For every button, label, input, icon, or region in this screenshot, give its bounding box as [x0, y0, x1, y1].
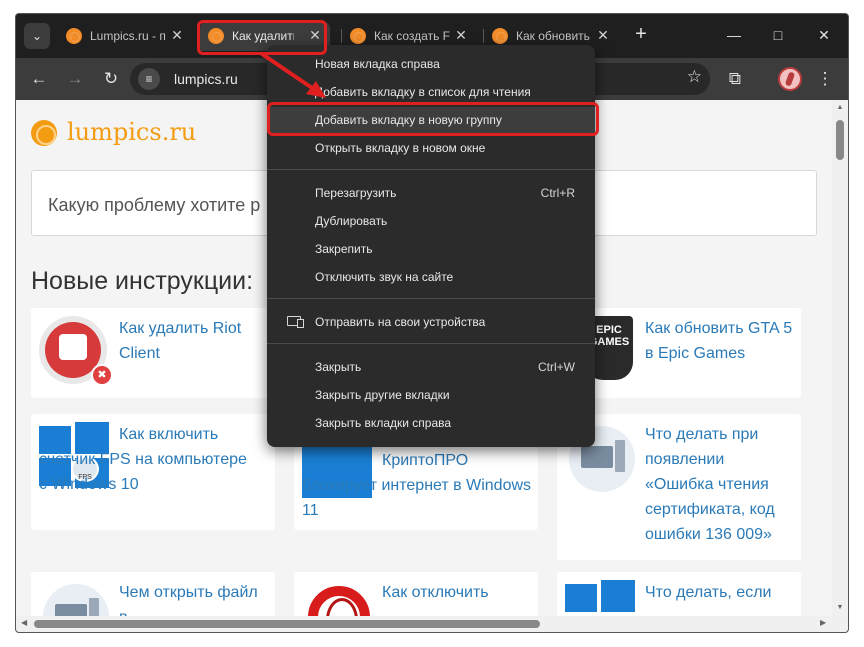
- card-opera[interactable]: Как отключить: [294, 572, 538, 616]
- maximize-button[interactable]: □: [764, 22, 792, 48]
- highlight-add-to-group: [267, 102, 599, 136]
- computer-icon: [43, 584, 109, 616]
- url-text: lumpics.ru: [174, 71, 238, 87]
- tab-title: Как обновить: [516, 29, 590, 43]
- search-placeholder: Какую проблему хотите р: [48, 195, 261, 215]
- reload-button[interactable]: ↻: [98, 66, 124, 92]
- scroll-down-icon[interactable]: ▼: [835, 604, 845, 611]
- devices-icon: [287, 316, 304, 328]
- card-title[interactable]: Как отключить: [382, 580, 532, 605]
- menu-item-label: Отправить на свои устройства: [315, 315, 486, 329]
- site-info-icon[interactable]: ≡: [138, 68, 160, 90]
- menu-item-reload[interactable]: Перезагрузить Ctrl+R: [267, 180, 595, 206]
- scroll-left-icon[interactable]: ◀: [21, 618, 27, 627]
- menu-item-pin[interactable]: Закрепить: [267, 236, 595, 262]
- card-riot[interactable]: ✖ Как удалить Riot Client: [31, 308, 275, 398]
- menu-button[interactable]: ⋮: [812, 66, 838, 92]
- tab-title: Как создать F: [374, 29, 450, 43]
- close-icon: ✕: [818, 27, 830, 43]
- menu-item-shortcut: Ctrl+W: [538, 360, 575, 374]
- trash-icon: ✖: [91, 364, 113, 386]
- menu-item-label: Новая вкладка справа: [315, 57, 440, 71]
- logo-text: lumpics.ru: [67, 118, 197, 146]
- tab-title: Lumpics.ru - п: [90, 29, 166, 43]
- menu-divider: [267, 298, 595, 299]
- orange-favicon-icon: [492, 28, 508, 44]
- menu-item-label: Закрепить: [315, 242, 373, 256]
- more-vertical-icon: ⋮: [816, 69, 834, 88]
- card-title[interactable]: Как удалить Riot Client: [119, 316, 259, 366]
- card-title[interactable]: КриптоПРО блокирует интернет в Windows 1…: [302, 448, 532, 523]
- bookmark-star-icon[interactable]: ☆: [687, 67, 702, 87]
- chevron-down-icon: ⌄: [31, 29, 43, 43]
- orange-favicon-icon: [66, 28, 82, 44]
- profile-avatar[interactable]: [778, 67, 802, 91]
- menu-item-duplicate[interactable]: Дублировать: [267, 208, 595, 234]
- menu-item-close[interactable]: Закрыть Ctrl+W: [267, 354, 595, 380]
- card-title[interactable]: Как включить счетчик FPS на компьютере с…: [39, 422, 249, 497]
- card-title[interactable]: Чем открыть файл в: [119, 580, 269, 616]
- scroll-thumb[interactable]: [836, 120, 844, 160]
- menu-item-close-tabs-right[interactable]: Закрыть вкладки справа: [267, 410, 595, 436]
- card-fps[interactable]: FPS Как включить счетчик FPS на компьюте…: [31, 414, 275, 530]
- menu-item-mute-site[interactable]: Отключить звук на сайте: [267, 264, 595, 290]
- extensions-button[interactable]: ⧉: [722, 66, 748, 92]
- card-title[interactable]: Как обновить GTA 5 в Epic Games: [645, 316, 795, 366]
- maximize-icon: □: [773, 27, 783, 43]
- card-title[interactable]: Что делать при появлении «Ошибка чтения …: [645, 422, 795, 547]
- menu-item-close-other-tabs[interactable]: Закрыть другие вкладки: [267, 382, 595, 408]
- scroll-up-icon[interactable]: ▲: [835, 104, 845, 111]
- card-title[interactable]: Что делать, если: [645, 580, 795, 605]
- close-icon[interactable]: ✕: [168, 26, 186, 44]
- menu-item-send-to-devices[interactable]: Отправить на свои устройства: [267, 309, 595, 335]
- close-window-button[interactable]: ✕: [810, 22, 838, 48]
- menu-divider: [267, 169, 595, 170]
- close-icon[interactable]: ✕: [452, 26, 470, 44]
- card-windows[interactable]: Что делать, если: [557, 572, 801, 616]
- section-title: Новые инструкции:: [31, 267, 254, 295]
- plus-icon: +: [635, 23, 647, 45]
- arrow-right-icon: →: [66, 69, 84, 88]
- scroll-thumb[interactable]: [34, 620, 540, 628]
- arrow-left-icon: ←: [30, 69, 48, 88]
- menu-item-label: Закрыть: [315, 360, 362, 374]
- scroll-right-icon[interactable]: ▶: [820, 618, 826, 627]
- reload-icon: ↻: [103, 69, 119, 88]
- menu-item-label: Открыть вкладку в новом окне: [315, 141, 486, 155]
- orange-logo-icon: [31, 120, 57, 146]
- menu-item-label: Добавить вкладку в список для чтения: [315, 85, 531, 99]
- menu-item-label: Отключить звук на сайте: [315, 270, 454, 284]
- vertical-scrollbar[interactable]: ▲ ▼: [832, 100, 848, 616]
- menu-item-shortcut: Ctrl+R: [540, 186, 575, 200]
- minimize-button[interactable]: —: [720, 22, 748, 48]
- menu-item-open-in-new-window[interactable]: Открыть вкладку в новом окне: [267, 135, 595, 161]
- tab-search-button[interactable]: ⌄: [24, 23, 50, 49]
- highlight-active-tab: [197, 20, 327, 55]
- orange-favicon-icon: [350, 28, 366, 44]
- windows-logo-icon: [565, 580, 635, 616]
- menu-item-label: Дублировать: [315, 214, 388, 228]
- card-file[interactable]: Чем открыть файл в: [31, 572, 275, 616]
- horizontal-scrollbar[interactable]: ◀ ▶: [16, 616, 848, 632]
- close-icon[interactable]: ✕: [594, 26, 612, 44]
- forward-button[interactable]: →: [62, 66, 88, 92]
- tab-lumpics[interactable]: Lumpics.ru - п ✕: [58, 21, 192, 51]
- menu-item-label: Перезагрузить: [315, 186, 397, 200]
- puzzle-icon: ⧉: [728, 69, 742, 88]
- opera-logo-icon: [308, 586, 370, 616]
- minimize-icon: —: [727, 27, 741, 43]
- menu-divider: [267, 343, 595, 344]
- new-tab-button[interactable]: +: [628, 22, 654, 48]
- back-button[interactable]: ←: [26, 66, 52, 92]
- menu-item-label: Закрыть другие вкладки: [315, 388, 450, 402]
- menu-item-label: Закрыть вкладки справа: [315, 416, 452, 430]
